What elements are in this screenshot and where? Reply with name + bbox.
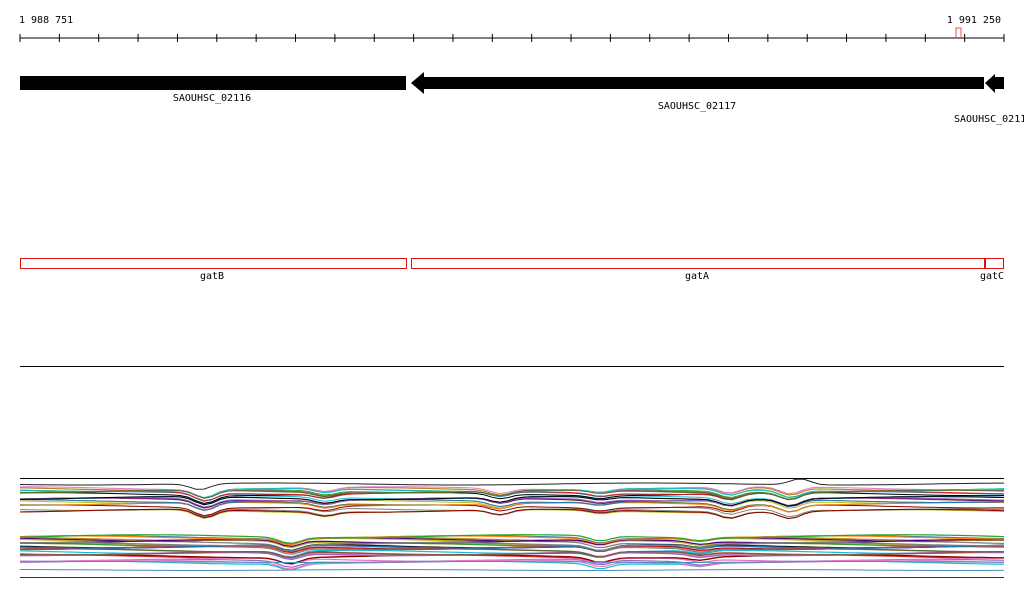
coordinate-ruler: 1 988 751 1 991 250 (19, 15, 1005, 42)
product-label-gatC: gatC (980, 271, 1004, 282)
gene-arrow-SAOUHSC_02116[interactable] (20, 76, 406, 90)
gene-track: SAOUHSC_02116 SAOUHSC_02117 SAOUHSC_0211 (20, 72, 1024, 125)
product-track: gatB gatA gatC (20, 258, 1004, 282)
gene-label-SAOUHSC_02118: SAOUHSC_0211 (954, 114, 1024, 125)
ruler-start-label: 1 988 751 (19, 15, 73, 26)
expression-profile-line (19, 509, 1005, 520)
product-box-gatC[interactable] (985, 258, 1004, 269)
gene-arrow-SAOUHSC_02118[interactable] (985, 74, 1004, 93)
position-marker[interactable] (955, 27, 962, 38)
product-box-gatB[interactable] (20, 258, 407, 269)
product-label-gatB: gatB (200, 271, 224, 282)
gene-label-SAOUHSC_02116: SAOUHSC_02116 (173, 93, 251, 104)
gene-label-SAOUHSC_02117: SAOUHSC_02117 (658, 101, 736, 112)
gene-arrow-SAOUHSC_02117[interactable] (411, 72, 984, 94)
expression-profiles (19, 478, 1005, 571)
product-box-gatA[interactable] (411, 258, 985, 269)
product-label-gatA: gatA (685, 271, 709, 282)
genome-viewer[interactable]: 1 988 751 1 991 250 SAOUHSC_02116 SAOUHS… (0, 0, 1024, 611)
ruler-end-label: 1 991 250 (947, 15, 1001, 26)
expression-profile-line (20, 569, 1005, 571)
expression-profile-line (19, 560, 1004, 571)
expression-profiles-track (19, 478, 1005, 578)
